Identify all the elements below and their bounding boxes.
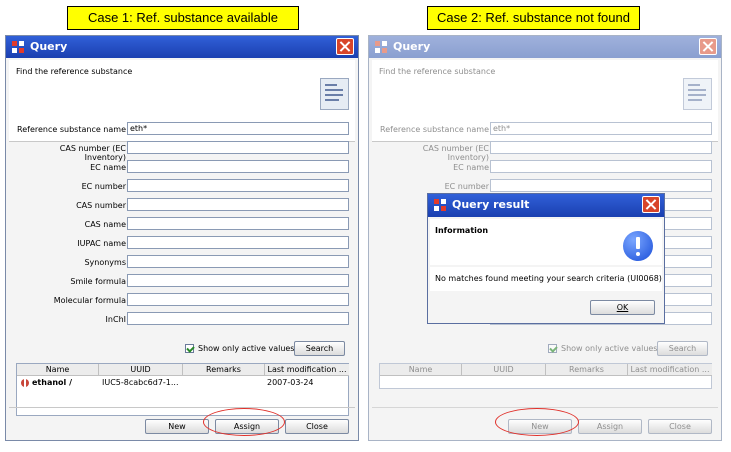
- field-label: CAS number (EC Inventory): [59, 144, 126, 162]
- results-table: Name UUID Remarks Last modification ... …: [16, 363, 349, 416]
- field-label: CAS number: [76, 201, 126, 210]
- document-icon: [320, 78, 349, 110]
- iupac-name-input[interactable]: [127, 236, 349, 249]
- query-window-case1: Query Find the reference substance Refer…: [5, 35, 359, 441]
- ec-number-input[interactable]: [490, 179, 712, 192]
- column-header-last-modification[interactable]: Last modification ...: [265, 364, 349, 376]
- new-button[interactable]: New: [145, 419, 209, 434]
- reference-substance-name-input[interactable]: eth*: [127, 122, 349, 135]
- column-header-uuid[interactable]: UUID: [99, 364, 183, 376]
- active-values-checkbox[interactable]: [548, 344, 557, 353]
- close-icon[interactable]: [699, 38, 717, 55]
- field-label: CAS name: [84, 220, 126, 229]
- close-button[interactable]: Close: [648, 419, 712, 434]
- window-title: Query: [30, 40, 68, 53]
- column-header-uuid[interactable]: UUID: [462, 364, 546, 376]
- field-label: EC number: [81, 182, 126, 191]
- field-label: Synonyms: [84, 258, 126, 267]
- cas-number-ec-input[interactable]: [127, 141, 349, 154]
- field-label: EC number: [444, 182, 489, 191]
- highlight-ellipse: [495, 408, 579, 436]
- app-icon: [375, 41, 387, 53]
- field-label: Molecular formula: [53, 296, 126, 305]
- column-header-remarks[interactable]: Remarks: [183, 364, 265, 376]
- dialog-heading: Information: [435, 226, 489, 235]
- app-icon: [434, 199, 446, 211]
- query-result-dialog: Query result Information No matches foun…: [427, 193, 665, 324]
- molecular-formula-input[interactable]: [127, 293, 349, 306]
- window-title: Query: [393, 40, 431, 53]
- checkbox-label: Show only active values: [198, 344, 295, 353]
- column-header-last-modification[interactable]: Last modification ...: [628, 364, 712, 376]
- close-button[interactable]: Close: [285, 419, 349, 434]
- inchi-input[interactable]: [127, 312, 349, 325]
- close-icon[interactable]: [642, 196, 660, 213]
- field-label: EC name: [453, 163, 489, 172]
- title-bar: Query: [369, 36, 721, 58]
- ec-name-input[interactable]: [490, 160, 712, 173]
- close-icon[interactable]: [336, 38, 354, 55]
- field-label: Reference substance name: [17, 125, 126, 134]
- column-header-remarks[interactable]: Remarks: [546, 364, 628, 376]
- dialog-info-panel: Information: [430, 219, 662, 265]
- search-button[interactable]: Search: [657, 341, 708, 356]
- column-header-name[interactable]: Name: [380, 364, 462, 376]
- field-label: Smile formula: [70, 277, 126, 286]
- title-bar: Query: [6, 36, 358, 58]
- ec-name-input[interactable]: [127, 160, 349, 173]
- ok-button[interactable]: OK: [590, 300, 655, 315]
- cell-last-modification: 2007-03-24: [267, 378, 314, 387]
- dialog-title-bar: Query result: [428, 194, 664, 217]
- reference-substance-name-input[interactable]: eth*: [490, 122, 712, 135]
- synonyms-input[interactable]: [127, 255, 349, 268]
- cas-name-input[interactable]: [127, 217, 349, 230]
- field-label: InChI: [105, 315, 126, 324]
- ec-number-input[interactable]: [127, 179, 349, 192]
- field-label: EC name: [90, 163, 126, 172]
- table-row[interactable]: ethanol / IUC5-8cabc6d7-1... 2007-03-24: [17, 377, 348, 389]
- field-label: CAS number (EC Inventory): [422, 144, 489, 162]
- search-button[interactable]: Search: [294, 341, 345, 356]
- info-icon: [623, 231, 653, 261]
- dialog-message: No matches found meeting your search cri…: [435, 274, 662, 283]
- dialog-title: Query result: [452, 198, 530, 211]
- app-icon: [12, 41, 24, 53]
- dialog-message-panel: No matches found meeting your search cri…: [430, 267, 662, 291]
- cas-number-ec-input[interactable]: [490, 141, 712, 154]
- header-text: Find the reference substance: [16, 67, 133, 76]
- assign-button[interactable]: Assign: [578, 419, 642, 434]
- column-header-name[interactable]: Name: [17, 364, 99, 376]
- field-label: IUPAC name: [77, 239, 126, 248]
- cell-uuid: IUC5-8cabc6d7-1...: [102, 378, 179, 387]
- case1-caption: Case 1: Ref. substance available: [67, 6, 299, 30]
- substance-icon: [21, 379, 29, 387]
- cell-name: ethanol /: [32, 378, 72, 387]
- header-text: Find the reference substance: [379, 67, 496, 76]
- field-label: Reference substance name: [380, 125, 489, 134]
- results-table: Name UUID Remarks Last modification ...: [379, 363, 712, 389]
- cas-number-input[interactable]: [127, 198, 349, 211]
- footer-divider: [9, 407, 355, 408]
- case2-caption: Case 2: Ref. substance not found: [427, 6, 640, 30]
- active-values-checkbox[interactable]: [185, 344, 194, 353]
- document-icon: [683, 78, 712, 110]
- checkbox-label: Show only active values: [561, 344, 658, 353]
- smile-formula-input[interactable]: [127, 274, 349, 287]
- highlight-ellipse: [203, 408, 285, 436]
